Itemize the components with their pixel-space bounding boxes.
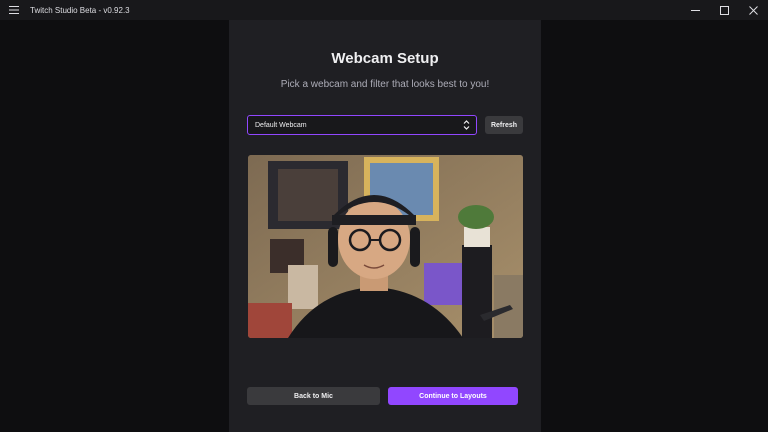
left-backdrop xyxy=(0,20,229,432)
webcam-setup-panel: Webcam Setup Pick a webcam and filter th… xyxy=(229,20,541,432)
page-subtitle: Pick a webcam and filter that looks best… xyxy=(280,79,490,90)
hamburger-menu-icon[interactable] xyxy=(0,0,28,20)
minimize-icon[interactable] xyxy=(681,0,710,20)
close-icon[interactable] xyxy=(739,0,768,20)
webcam-preview-image xyxy=(248,155,523,338)
webcam-preview xyxy=(248,155,523,338)
webcam-select-value: Default Webcam xyxy=(255,121,307,129)
continue-to-layouts-button[interactable]: Continue to Layouts xyxy=(388,387,518,405)
title-bar: Twitch Studio Beta - v0.92.3 xyxy=(0,0,768,20)
window-controls xyxy=(681,0,768,20)
chevron-up-down-icon xyxy=(463,120,470,130)
page-title: Webcam Setup xyxy=(331,50,439,67)
maximize-icon[interactable] xyxy=(710,0,739,20)
right-backdrop xyxy=(541,20,768,432)
refresh-button[interactable]: Refresh xyxy=(485,116,523,134)
back-to-mic-button[interactable]: Back to Mic xyxy=(247,387,380,405)
window-title: Twitch Studio Beta - v0.92.3 xyxy=(30,5,130,15)
webcam-select[interactable]: Default Webcam xyxy=(247,115,477,135)
